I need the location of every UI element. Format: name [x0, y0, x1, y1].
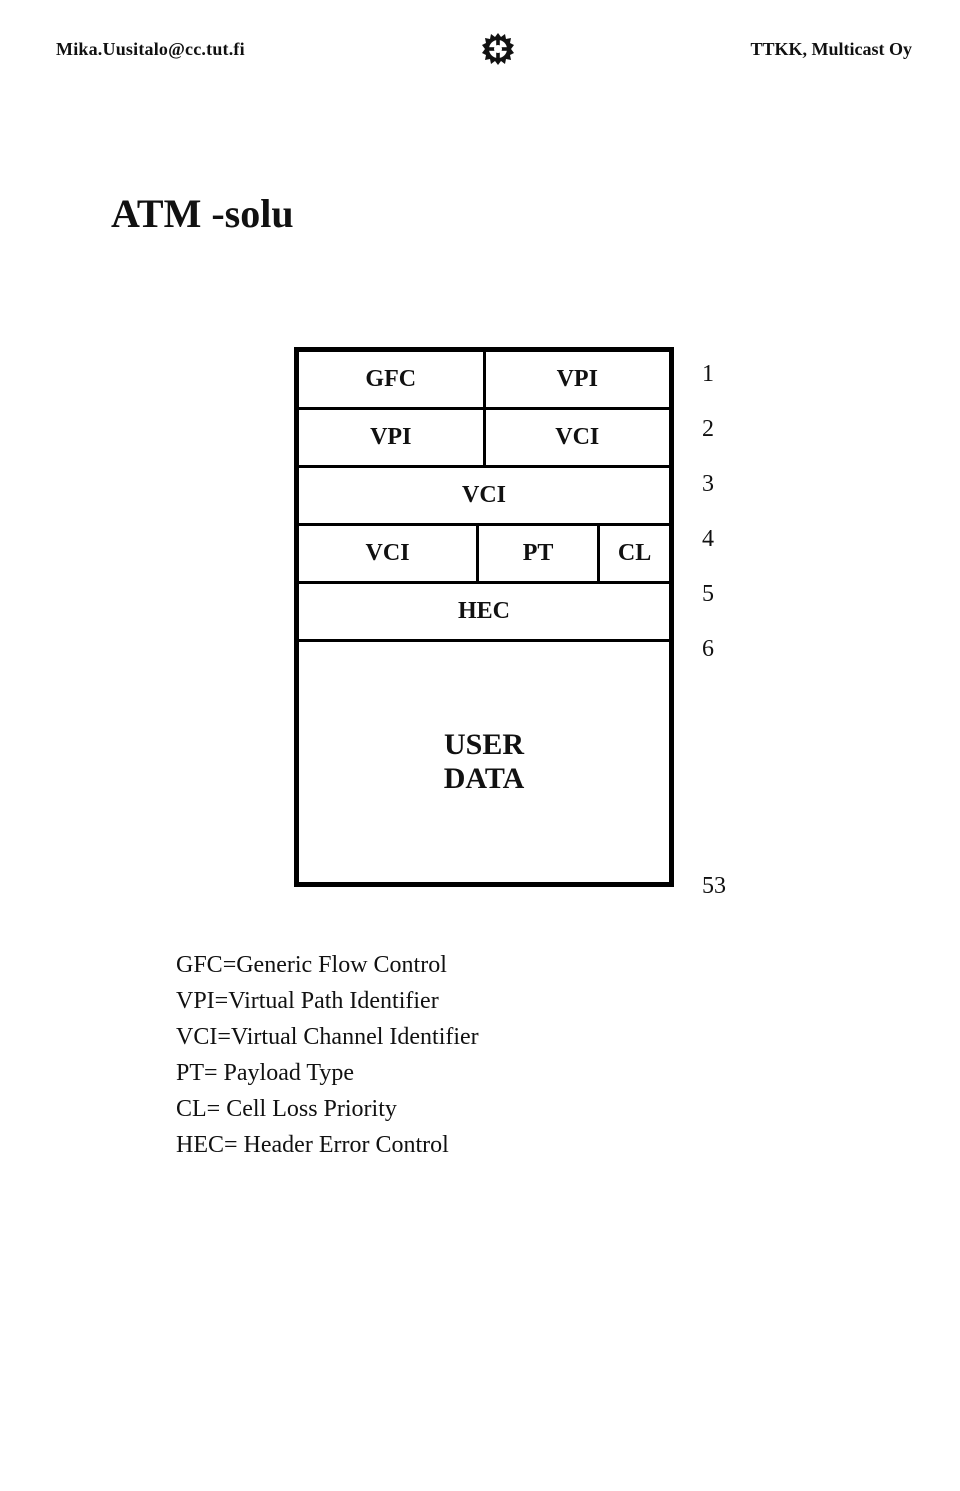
page-title: ATM -solu	[111, 190, 912, 237]
user-data-line1: USER	[444, 728, 525, 763]
field-vci-3: VCI	[299, 526, 476, 581]
cell-row-2: VPI VCI	[299, 410, 669, 468]
cell-row-1: GFC VPI	[299, 352, 669, 410]
legend-line: PT= Payload Type	[176, 1055, 912, 1091]
field-vci-1: VCI	[483, 410, 670, 465]
field-vpi-2: VPI	[299, 410, 483, 465]
legend-line: VPI=Virtual Path Identifier	[176, 983, 912, 1019]
legend-line: GFC=Generic Flow Control	[176, 947, 912, 983]
byte-num-4: 4	[684, 512, 714, 567]
byte-number-column: 1 2 3 4 5 6 53	[684, 347, 714, 677]
atm-cell-box: GFC VPI VPI VCI VCI VCI PT CL HEC USER	[294, 347, 674, 887]
legend-line: VCI=Virtual Channel Identifier	[176, 1019, 912, 1055]
header-org: TTKK, Multicast Oy	[750, 39, 912, 60]
byte-num-6: 6	[684, 622, 714, 677]
field-hec: HEC	[299, 584, 669, 639]
byte-num-5: 5	[684, 567, 714, 622]
cell-row-4: VCI PT CL	[299, 526, 669, 584]
field-vci-2: VCI	[299, 468, 669, 523]
gear-logo-icon	[477, 28, 519, 70]
field-vpi-1: VPI	[483, 352, 670, 407]
byte-num-2: 2	[684, 402, 714, 457]
header-email: Mika.Uusitalo@cc.tut.fi	[56, 39, 245, 60]
field-cl: CL	[597, 526, 669, 581]
atm-cell-figure: GFC VPI VPI VCI VCI VCI PT CL HEC USER	[56, 347, 912, 887]
byte-num-53: 53	[684, 859, 726, 914]
page: Mika.Uusitalo@cc.tut.fi TTKK, Multicast …	[0, 0, 960, 1491]
cell-row-5: HEC	[299, 584, 669, 642]
field-gfc: GFC	[299, 352, 483, 407]
page-header: Mika.Uusitalo@cc.tut.fi TTKK, Multicast …	[56, 28, 912, 70]
byte-num-1: 1	[684, 347, 714, 402]
field-pt: PT	[476, 526, 597, 581]
legend: GFC=Generic Flow Control VPI=Virtual Pat…	[176, 947, 912, 1163]
legend-line: HEC= Header Error Control	[176, 1127, 912, 1163]
field-user-data: USER DATA	[299, 642, 669, 882]
user-data-line2: DATA	[444, 762, 525, 797]
byte-num-3: 3	[684, 457, 714, 512]
cell-row-3: VCI	[299, 468, 669, 526]
legend-line: CL= Cell Loss Priority	[176, 1091, 912, 1127]
